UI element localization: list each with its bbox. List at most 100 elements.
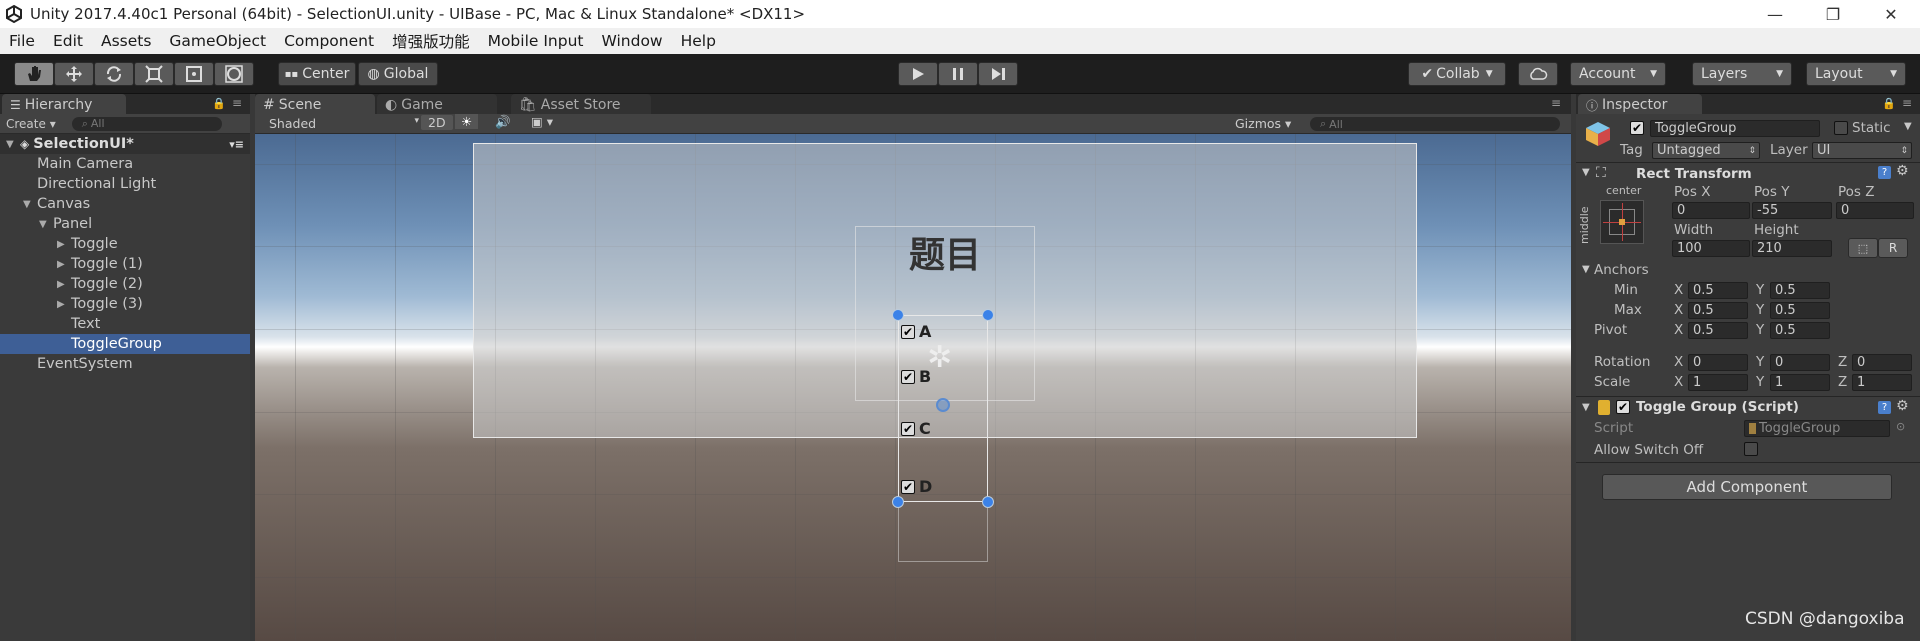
toggle-option-d[interactable]: ✔ D	[901, 477, 932, 496]
menu-window[interactable]: Window	[592, 32, 671, 50]
hierarchy-item-panel[interactable]: ▼ Panel	[0, 214, 250, 234]
help-icon[interactable]: ?	[1878, 401, 1891, 414]
scene-search-input[interactable]: ⌕ All	[1310, 117, 1560, 131]
panel-menu-icon[interactable]: ≡	[1551, 96, 1561, 110]
anchor-max-x-field[interactable]: 0.5	[1688, 302, 1748, 319]
help-icon[interactable]: ?	[1878, 166, 1891, 179]
anchor-max-y-field[interactable]: 0.5	[1770, 302, 1830, 319]
tab-scene[interactable]: # Scene	[255, 94, 375, 116]
scale-z-field[interactable]: 1	[1852, 374, 1912, 391]
gizmos-dropdown[interactable]: Gizmos ▾	[1235, 116, 1291, 131]
anchor-presets-button[interactable]	[1600, 200, 1644, 244]
gear-icon[interactable]: ⚙	[1896, 163, 1909, 179]
collapsed-arrow-icon[interactable]: ▶	[57, 299, 71, 310]
collab-dropdown[interactable]: ✔ Collab ▼	[1408, 62, 1506, 86]
resize-handle[interactable]	[982, 309, 994, 321]
scene-root-row[interactable]: ▼ ◈ SelectionUI* ▾≡	[0, 134, 250, 154]
menu-assets[interactable]: Assets	[92, 32, 160, 50]
pause-button[interactable]	[938, 62, 978, 86]
rotation-z-field[interactable]: 0	[1852, 354, 1912, 371]
hierarchy-search-input[interactable]: ⌕ All	[71, 116, 222, 131]
gear-icon[interactable]: ⚙	[1896, 398, 1909, 414]
scene-viewport[interactable]: 题目 ✲ ✔ A ✔ B ✔ C ✔ D	[255, 134, 1571, 641]
pivot-x-field[interactable]: 0.5	[1688, 322, 1748, 339]
menu-edit[interactable]: Edit	[44, 32, 92, 50]
raw-edit-button[interactable]: R	[1878, 238, 1908, 258]
toggle-option-a[interactable]: ✔ A	[901, 322, 931, 341]
space-global-toggle[interactable]: ◍ Global	[358, 62, 438, 86]
tab-asset-store[interactable]: 🛍 Asset Store	[511, 94, 651, 116]
play-button[interactable]	[898, 62, 938, 86]
move-tool-button[interactable]	[54, 62, 94, 86]
foldout-arrow-icon[interactable]: ▼	[1582, 264, 1590, 275]
collapsed-arrow-icon[interactable]: ▶	[57, 239, 71, 250]
restore-button[interactable]: ❐	[1804, 0, 1862, 28]
menu-enhanced[interactable]: 增强版功能	[383, 30, 479, 52]
menu-component[interactable]: Component	[275, 32, 383, 50]
active-checkbox[interactable]: ✔	[1630, 121, 1644, 135]
hierarchy-item-togglegroup[interactable]: ToggleGroup	[0, 334, 250, 354]
hierarchy-item-toggle-1[interactable]: ▶ Toggle (1)	[0, 254, 250, 274]
scale-x-field[interactable]: 1	[1688, 374, 1748, 391]
effects-toggle-icon[interactable]: ▣ ▾	[531, 114, 553, 129]
transform-tool-button[interactable]	[214, 62, 254, 86]
lighting-toggle-icon[interactable]: ☀	[455, 114, 479, 129]
cloud-button[interactable]	[1518, 62, 1558, 86]
object-picker-icon[interactable]: ⊙	[1896, 420, 1905, 433]
pos-y-field[interactable]: -55	[1752, 202, 1832, 219]
anchor-min-x-field[interactable]: 0.5	[1688, 282, 1748, 299]
hierarchy-item-toggle-3[interactable]: ▶ Toggle (3)	[0, 294, 250, 314]
anchor-min-y-field[interactable]: 0.5	[1770, 282, 1830, 299]
scale-y-field[interactable]: 1	[1770, 374, 1830, 391]
rotation-y-field[interactable]: 0	[1770, 354, 1830, 371]
add-component-button[interactable]: Add Component	[1602, 474, 1892, 500]
rect-tool-button[interactable]	[174, 62, 214, 86]
height-field[interactable]: 210	[1752, 240, 1832, 257]
blueprint-mode-button[interactable]: ⬚	[1848, 238, 1878, 258]
allow-switch-off-checkbox[interactable]	[1744, 442, 1758, 456]
tag-dropdown[interactable]: Untagged ⇕	[1652, 142, 1760, 159]
shading-mode-dropdown[interactable]: Shaded ▾	[269, 116, 419, 131]
expand-arrow-icon[interactable]: ▼	[39, 219, 53, 230]
scale-tool-button[interactable]	[134, 62, 174, 86]
minimize-button[interactable]: —	[1746, 0, 1804, 28]
layer-dropdown[interactable]: UI ⇕	[1812, 142, 1912, 159]
tab-hierarchy[interactable]: ☰ Hierarchy	[2, 94, 126, 116]
toggle-option-c[interactable]: ✔ C	[901, 419, 931, 438]
menu-help[interactable]: Help	[672, 32, 725, 50]
hand-tool-button[interactable]	[14, 62, 54, 86]
tab-game[interactable]: ◐ Game	[377, 94, 497, 116]
create-dropdown[interactable]: Create ▾	[6, 117, 56, 131]
tab-inspector[interactable]: ⓘ Inspector	[1578, 94, 1702, 116]
pivot-gizmo-icon[interactable]	[936, 398, 950, 412]
foldout-arrow-icon[interactable]: ▼	[1582, 402, 1590, 413]
toggle-option-b[interactable]: ✔ B	[901, 367, 931, 386]
pos-z-field[interactable]: 0	[1836, 202, 1914, 219]
menu-gameobject[interactable]: GameObject	[160, 32, 275, 50]
panel-menu-icon[interactable]: ≡	[232, 96, 242, 110]
static-checkbox[interactable]	[1834, 121, 1848, 135]
question-heading[interactable]: 题目	[895, 226, 995, 278]
layout-dropdown[interactable]: Layout ▼	[1806, 62, 1906, 86]
menu-file[interactable]: File	[0, 32, 44, 50]
hierarchy-item-toggle-2[interactable]: ▶ Toggle (2)	[0, 274, 250, 294]
pos-x-field[interactable]: 0	[1672, 202, 1750, 219]
rotation-x-field[interactable]: 0	[1688, 354, 1748, 371]
resize-handle[interactable]	[892, 309, 904, 321]
hierarchy-item-main-camera[interactable]: Main Camera	[0, 154, 250, 174]
expand-arrow-icon[interactable]: ▼	[6, 139, 20, 150]
panel-menu-icon[interactable]: ▾≡	[229, 138, 244, 151]
hierarchy-item-eventsystem[interactable]: EventSystem	[0, 354, 250, 374]
step-button[interactable]	[978, 62, 1018, 86]
audio-toggle-icon[interactable]: 🔊	[495, 114, 511, 130]
menu-mobile-input[interactable]: Mobile Input	[479, 32, 593, 50]
layers-dropdown[interactable]: Layers ▼	[1692, 62, 1792, 86]
hierarchy-item-directional-light[interactable]: Directional Light	[0, 174, 250, 194]
resize-handle[interactable]	[892, 496, 904, 508]
2d-toggle[interactable]: 2D	[421, 115, 453, 130]
resize-handle[interactable]	[982, 496, 994, 508]
collapsed-arrow-icon[interactable]: ▶	[57, 279, 71, 290]
hierarchy-item-toggle[interactable]: ▶ Toggle	[0, 234, 250, 254]
panel-menu-icon[interactable]: ≡	[1902, 96, 1912, 110]
object-name-field[interactable]: ToggleGroup	[1650, 120, 1820, 137]
